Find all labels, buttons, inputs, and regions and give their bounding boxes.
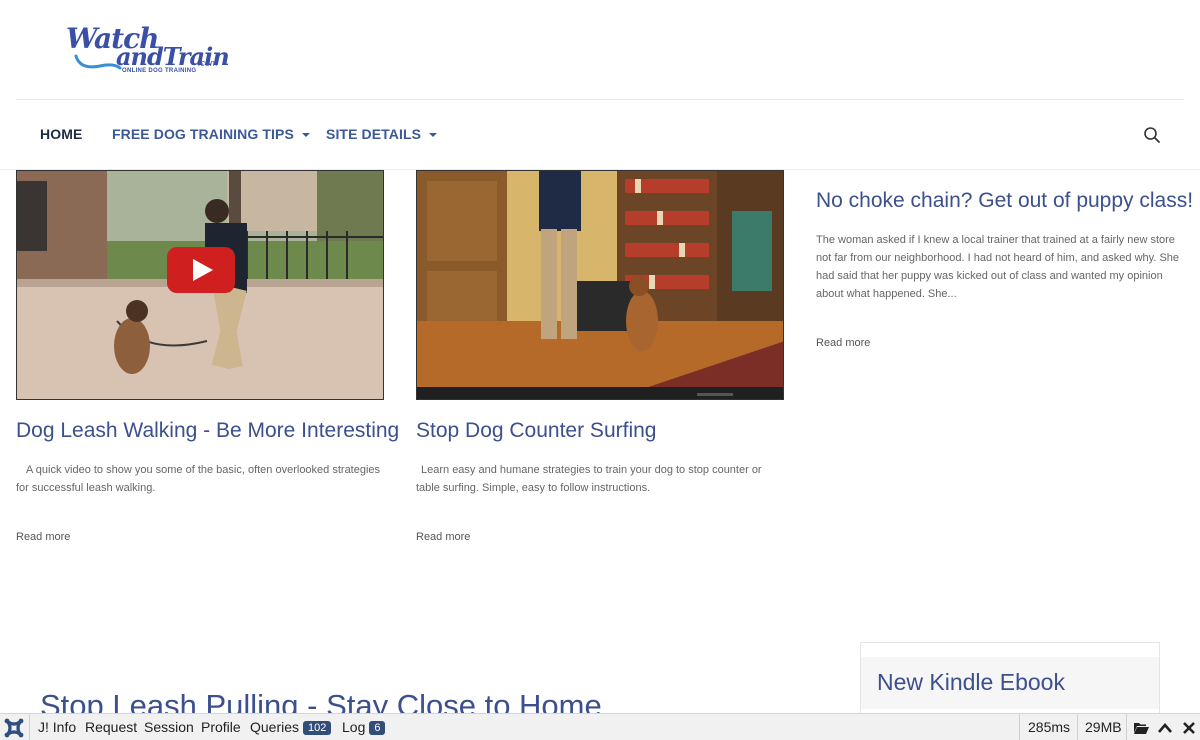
read-more-link[interactable]: Read more: [816, 337, 870, 349]
counter-surfing-video-thumbnail: [417, 171, 783, 399]
article-title[interactable]: Stop Dog Counter Surfing: [416, 419, 656, 443]
article-excerpt: A quick video to show you some of the ba…: [16, 464, 381, 494]
article-title[interactable]: Dog Leash Walking - Be More Interesting: [16, 419, 399, 443]
nav-item-label: FREE DOG TRAINING TIPS: [112, 126, 294, 142]
debug-item-label: Request: [85, 719, 138, 735]
debug-item-label: J! Info: [38, 719, 77, 735]
debug-separator: [1077, 714, 1078, 740]
debug-request-time: 285ms: [1028, 719, 1071, 735]
sidebar-module-header: New Kindle Ebook: [861, 657, 1159, 709]
debug-item-queries[interactable]: Queries 102: [250, 719, 332, 735]
debug-item-label: Session: [144, 719, 194, 735]
debug-item-log[interactable]: Log 6: [342, 719, 386, 735]
debug-item-profile[interactable]: Profile: [201, 719, 241, 735]
logo-swoosh-icon: [74, 54, 122, 70]
logo-text-tld: .com: [198, 58, 218, 68]
debug-memory-usage: 29MB: [1085, 719, 1122, 735]
debug-item-label: Queries: [250, 719, 300, 735]
nav-item-home[interactable]: HOME: [40, 126, 82, 142]
joomla-logo-icon[interactable]: [3, 717, 25, 739]
article-excerpt: Learn easy and humane strategies to trai…: [416, 464, 762, 494]
close-icon[interactable]: [1181, 720, 1197, 736]
read-more-link[interactable]: Read more: [16, 531, 70, 543]
site-header: Watch andTrain .com ONLINE DOG TRAINING: [0, 0, 1200, 100]
read-more-link[interactable]: Read more: [416, 531, 470, 543]
nav-item-free-dog-training-tips[interactable]: FREE DOG TRAINING TIPS: [112, 126, 310, 142]
queries-count-badge: 102: [303, 721, 332, 735]
leash-walking-video-thumbnail: [17, 171, 383, 399]
sidebar-module-kindle-ebook: New Kindle Ebook: [860, 642, 1160, 722]
caret-down-icon: [429, 133, 438, 138]
chevron-up-icon[interactable]: [1157, 720, 1173, 736]
nav-item-site-details[interactable]: SITE DETAILS: [326, 126, 438, 142]
debug-item-request[interactable]: Request: [85, 719, 137, 735]
nav-item-label: HOME: [40, 126, 83, 142]
logo-tagline: ONLINE DOG TRAINING: [122, 68, 197, 74]
main-nav: HOME FREE DOG TRAINING TIPS SITE DETAILS: [0, 100, 1200, 170]
joomla-debug-bar: J! Info Request Session Profile Queries 1…: [0, 713, 1200, 740]
debug-separator: [1019, 714, 1020, 740]
folder-open-icon[interactable]: [1133, 720, 1149, 736]
debug-item-label: Profile: [201, 719, 241, 735]
nav-item-label: SITE DETAILS: [326, 126, 422, 142]
debug-item-info[interactable]: J! Info: [38, 719, 76, 735]
sidebar-module-title: New Kindle Ebook: [877, 669, 1065, 695]
debug-separator: [1126, 714, 1127, 740]
log-count-badge: 6: [369, 721, 386, 735]
article-thumbnail-counter-surfing[interactable]: [416, 170, 784, 400]
debug-item-label: Log: [342, 719, 366, 735]
debug-item-session[interactable]: Session: [144, 719, 194, 735]
site-logo[interactable]: Watch andTrain .com ONLINE DOG TRAINING: [66, 22, 230, 78]
caret-down-icon: [301, 133, 310, 138]
article-title[interactable]: No choke chain? Get out of puppy class!: [816, 189, 1193, 213]
article-thumbnail-leash-walking[interactable]: [16, 170, 384, 400]
article-excerpt: The woman asked if I knew a local traine…: [816, 234, 1180, 300]
search-icon[interactable]: [1143, 126, 1161, 144]
debug-separator: [29, 714, 30, 740]
